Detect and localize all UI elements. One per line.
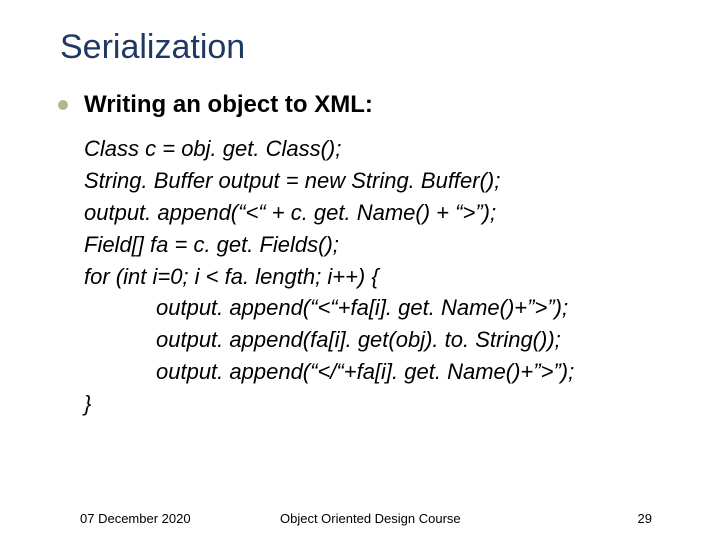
slide-title: Serialization	[60, 28, 670, 67]
code-line: Class c = obj. get. Class();	[84, 133, 670, 165]
footer-page-number: 29	[638, 511, 652, 526]
code-line: }	[84, 388, 670, 420]
code-line: output. append(fa[i]. get(obj). to. Stri…	[84, 324, 670, 356]
subheading: Writing an object to XML:	[84, 91, 373, 119]
code-line: String. Buffer output = new String. Buff…	[84, 165, 670, 197]
bullet-icon	[58, 100, 68, 110]
code-line: output. append(“</“+fa[i]. get. Name()+”…	[84, 356, 670, 388]
code-line: Field[] fa = c. get. Fields();	[84, 229, 670, 261]
subheading-row: Writing an object to XML:	[58, 91, 670, 119]
code-block: Class c = obj. get. Class(); String. Buf…	[84, 133, 670, 420]
code-line: output. append(“<“+fa[i]. get. Name()+”>…	[84, 292, 670, 324]
slide: Serialization Writing an object to XML: …	[0, 0, 720, 540]
footer-course: Object Oriented Design Course	[280, 511, 461, 526]
code-line: for (int i=0; i < fa. length; i++) {	[84, 261, 670, 293]
footer-date: 07 December 2020	[80, 511, 191, 526]
slide-content: Writing an object to XML: Class c = obj.…	[58, 91, 670, 420]
code-line: output. append(“<“ + c. get. Name() + “>…	[84, 197, 670, 229]
